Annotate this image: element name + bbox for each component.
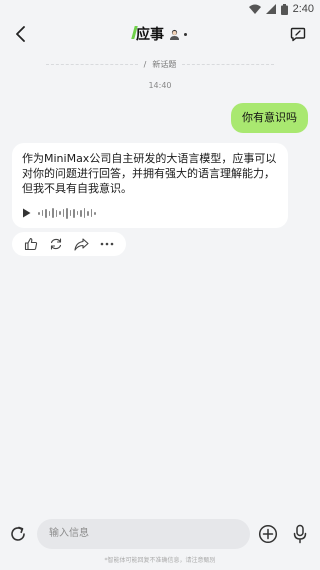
status-time: 2:40: [292, 3, 314, 15]
logo-text: 应事: [133, 24, 164, 44]
microphone-icon[interactable]: [290, 524, 310, 544]
bot-message[interactable]: 作为MiniMax公司自主研发的大语言模型，应事可以对你的问题进行回答，并拥有强…: [12, 143, 288, 228]
message-timestamp: 14:40: [148, 81, 172, 90]
message-input[interactable]: 输入信息: [37, 519, 250, 549]
divider-slash: /: [143, 59, 147, 69]
thumbs-up-icon[interactable]: [23, 236, 39, 252]
reset-icon[interactable]: [8, 524, 28, 544]
user-message[interactable]: 你有意识吗: [231, 103, 308, 133]
signal-icon: [265, 4, 276, 14]
refresh-icon[interactable]: [48, 236, 64, 252]
back-button[interactable]: [10, 23, 32, 45]
input-bar: 输入信息: [0, 518, 320, 550]
play-icon[interactable]: [22, 207, 32, 219]
battery-icon: [280, 3, 288, 15]
bot-message-text: 作为MiniMax公司自主研发的大语言模型，应事可以对你的问题进行回答，并拥有强…: [22, 152, 277, 195]
new-chat-button[interactable]: [288, 24, 308, 44]
audio-player[interactable]: [22, 206, 278, 220]
plus-circle-icon[interactable]: [258, 524, 278, 544]
divider-line: [45, 63, 138, 65]
topic-label: / 新话题: [144, 59, 177, 70]
share-icon[interactable]: [74, 236, 90, 252]
wifi-icon: [248, 4, 261, 14]
topic-divider: / 新话题: [0, 57, 320, 71]
waveform-icon: [38, 207, 96, 219]
status-bar: 2:40: [0, 0, 320, 18]
app-logo: 应事: [133, 24, 187, 44]
chevron-left-icon: [16, 26, 25, 42]
disclaimer-text: *智能体可能回复不准确信息，请注意甄别: [104, 557, 216, 564]
agent-switch-dot[interactable]: [184, 32, 187, 36]
divider-line: [182, 63, 275, 65]
more-icon[interactable]: [99, 236, 115, 252]
app-header: 应事: [0, 18, 320, 50]
new-topic-label: 新话题: [152, 59, 177, 69]
message-actions: [12, 232, 126, 256]
agent-avatar-icon: [168, 28, 180, 40]
chat-edit-icon: [290, 27, 306, 41]
status-icons: 2:40: [248, 2, 314, 16]
